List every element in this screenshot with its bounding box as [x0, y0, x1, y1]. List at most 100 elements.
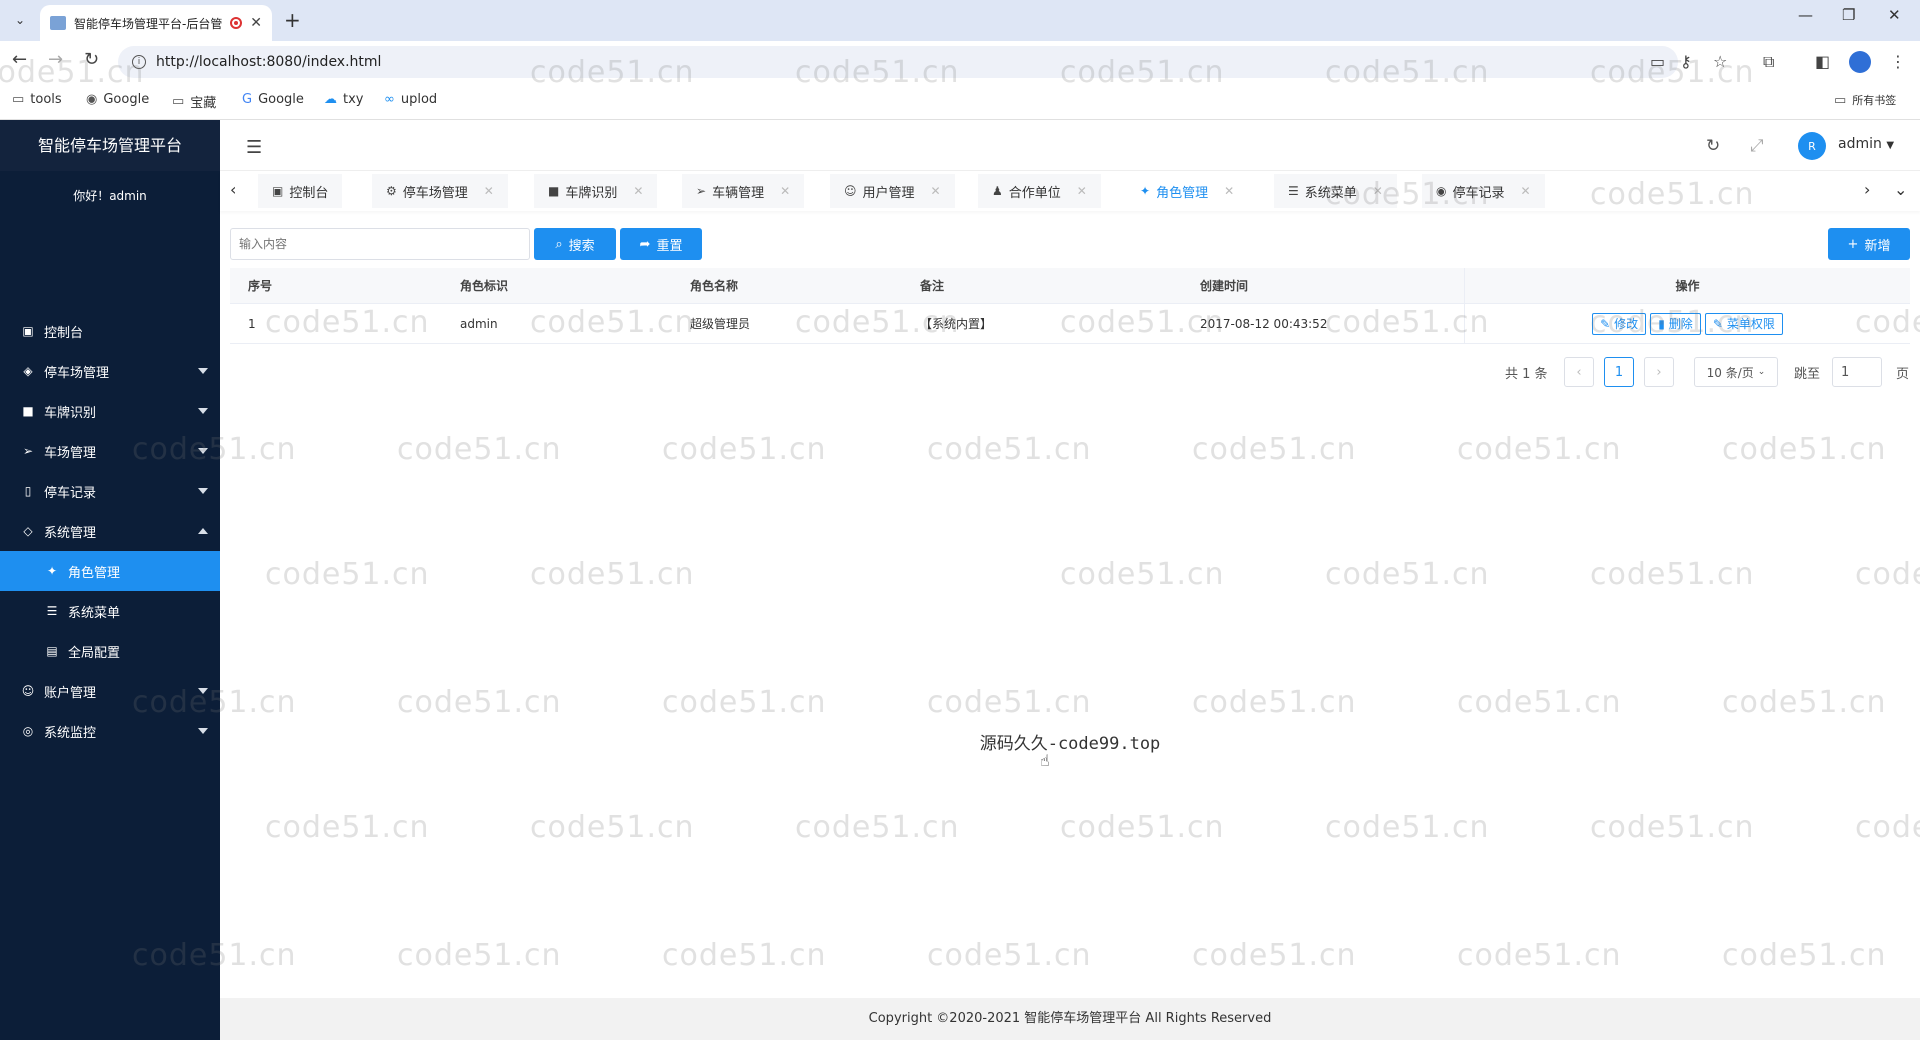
- center-text: 源码久久-code99.top: [979, 734, 1161, 754]
- page-1[interactable]: 1: [1604, 357, 1634, 387]
- new-tab-icon[interactable]: +: [284, 8, 301, 32]
- sidebar-item-system[interactable]: ◇ 系统管理: [0, 511, 220, 551]
- add-button[interactable]: + 新增: [1828, 228, 1910, 260]
- sidebar-item-label: 系统菜单: [68, 605, 121, 621]
- tab-partners[interactable]: ♟ 合作单位 ✕: [978, 174, 1101, 208]
- close-icon[interactable]: ✕: [1373, 184, 1383, 198]
- fullscreen-icon[interactable]: ⤢: [1750, 136, 1764, 156]
- bookmark-txy[interactable]: ☁ txy: [324, 92, 363, 107]
- col-actions: 操作: [1675, 279, 1700, 293]
- next-page-icon[interactable]: ›: [1644, 357, 1674, 387]
- bookmark-google-2[interactable]: G Google: [242, 92, 304, 107]
- tab-search-icon[interactable]: ⌄: [8, 8, 32, 32]
- main-area: ☰ ↻ ⤢ R admin ▼ ‹ ▣ 控制台 ⚙ 停车场管理 ✕ ■ 车牌识别 ✕ ➢ 车…: [220, 120, 1920, 1040]
- gear-icon: ⚙: [386, 184, 397, 198]
- tab-role-management[interactable]: ✦ 角色管理 ✕: [1126, 174, 1249, 208]
- forward-icon[interactable]: →: [48, 49, 63, 70]
- close-icon[interactable]: ✕: [484, 184, 494, 198]
- chevron-down-icon: ⌄: [1757, 367, 1766, 377]
- delete-button[interactable]: ▮ 删除: [1650, 312, 1701, 335]
- cell-actions: ✎ 修改 ▮ 删除 ✎ 菜单权限: [1465, 312, 1910, 335]
- caret-down-icon: [198, 688, 208, 694]
- close-icon[interactable]: ✕: [931, 184, 941, 198]
- bookmark-google[interactable]: ◉ Google: [86, 92, 149, 107]
- tab-users[interactable]: ☺ 用户管理 ✕: [830, 174, 955, 208]
- sidebar-item-label: 停车记录: [44, 485, 97, 501]
- url-text[interactable]: http://localhost:8080/index.html: [156, 54, 381, 70]
- pagination: 共 1 条 ‹ 1 › 10 条/页 ⌄ 跳至 1 页: [220, 357, 1920, 387]
- edit-button[interactable]: ✎ 修改: [1592, 312, 1647, 335]
- star-icon[interactable]: ☆: [1713, 52, 1727, 71]
- bookmarks-bar: ▭ tools ◉ Google ▭ 宝藏 G Google ☁ txy ∞ uplod ▭…: [0, 82, 1920, 120]
- menu-permission-button[interactable]: ✎ 菜单权限: [1704, 312, 1783, 335]
- tab-label: 停车记录: [1452, 185, 1505, 201]
- caret-down-icon: [198, 448, 208, 454]
- table-header: 序号 角色标识 角色名称 备注 创建时间 操作: [230, 268, 1910, 304]
- sidebar-item-monitoring[interactable]: ◎ 系统监控: [0, 711, 220, 751]
- bookmark-treasure[interactable]: ▭ 宝藏: [172, 92, 216, 111]
- site-info-icon[interactable]: i: [132, 55, 146, 69]
- bookmark-tools[interactable]: ▭ tools: [12, 92, 62, 107]
- restore-icon[interactable]: ❐: [1842, 6, 1855, 24]
- reload-icon[interactable]: ↻: [84, 49, 99, 70]
- close-icon[interactable]: ✕: [633, 184, 643, 198]
- close-icon[interactable]: ✕: [1224, 184, 1234, 198]
- extensions-icon[interactable]: ⧉: [1763, 52, 1774, 72]
- tab-parking-records[interactable]: ◉ 停车记录 ✕: [1422, 174, 1545, 208]
- minimize-icon[interactable]: —: [1798, 6, 1813, 24]
- back-icon[interactable]: ←: [12, 49, 27, 70]
- reset-button[interactable]: ➦ 重置: [620, 228, 702, 260]
- key-icon[interactable]: ⚷: [1680, 52, 1692, 71]
- tab-plate-recognition[interactable]: ■ 车牌识别 ✕: [534, 174, 658, 208]
- sidebar-item-label: 角色管理: [68, 565, 121, 581]
- sidebar-item-global-config[interactable]: ▤ 全局配置: [0, 631, 220, 671]
- close-icon[interactable]: ✕: [1077, 184, 1087, 198]
- camera-icon[interactable]: ▭: [1650, 52, 1665, 71]
- sidebar-item-plate-recognition[interactable]: ■ 车牌识别: [0, 391, 220, 431]
- all-bookmarks-label: 所有书签: [1852, 94, 1897, 107]
- tab-vehicles[interactable]: ➢ 车辆管理 ✕: [682, 174, 805, 208]
- all-bookmarks[interactable]: ▭ 所有书签: [1834, 92, 1896, 108]
- tabs-scroll-right-icon[interactable]: ›: [1864, 180, 1870, 199]
- sidebar-item-role-management[interactable]: ✦ 角色管理: [0, 551, 220, 591]
- sidebar-item-dashboard[interactable]: ▣ 控制台: [0, 311, 220, 351]
- bookmark-uplod[interactable]: ∞ uplod: [384, 92, 437, 107]
- search-button[interactable]: ⌕ 搜索: [534, 228, 616, 260]
- tabs-scroll-left-icon[interactable]: ‹: [230, 180, 236, 199]
- menu-toggle-icon[interactable]: ☰: [246, 137, 262, 158]
- cell-created: 2017-08-12 00:43:52: [1200, 304, 1465, 343]
- sidebar-item-lot-management[interactable]: ➢ 车场管理: [0, 431, 220, 471]
- caret-down-icon: [198, 368, 208, 374]
- refresh-icon[interactable]: ↻: [1706, 136, 1720, 156]
- close-icon[interactable]: ✕: [1521, 184, 1531, 198]
- goto-input[interactable]: 1: [1832, 357, 1882, 387]
- sidebar-item-parking-records[interactable]: ▯ 停车记录: [0, 471, 220, 511]
- config-icon: ▤: [46, 644, 58, 658]
- page-size-select[interactable]: 10 条/页 ⌄: [1694, 357, 1778, 387]
- browser-tab[interactable]: 智能停车场管理平台-后台管 ✕: [40, 5, 272, 41]
- prev-page-icon[interactable]: ‹: [1564, 357, 1594, 387]
- sidebar-item-parking-lot[interactable]: ◈ 停车场管理: [0, 351, 220, 391]
- window-close-icon[interactable]: ✕: [1888, 6, 1901, 24]
- sidebar-item-label: 停车场管理: [44, 365, 110, 381]
- user-menu[interactable]: admin ▼: [1838, 136, 1894, 152]
- caret-down-icon: ▼: [1886, 140, 1895, 151]
- search-input[interactable]: [230, 228, 530, 260]
- globe-icon: ◉: [86, 92, 98, 107]
- more-icon[interactable]: ⋮: [1890, 52, 1906, 71]
- address-bar[interactable]: i http://localhost:8080/index.html: [118, 46, 1678, 78]
- tabs-dropdown-icon[interactable]: ⌄: [1894, 180, 1907, 199]
- tab-dashboard[interactable]: ▣ 控制台: [258, 174, 343, 208]
- profile-avatar[interactable]: [1849, 51, 1871, 73]
- role-table: 序号 角色标识 角色名称 备注 创建时间 操作 1 admin 超级管理员 【系…: [230, 268, 1910, 344]
- close-icon[interactable]: ✕: [780, 184, 790, 198]
- search-button-label: 搜索: [568, 238, 595, 254]
- delete-label: 删除: [1668, 317, 1693, 331]
- sidepanel-icon[interactable]: ◧: [1815, 52, 1830, 71]
- avatar[interactable]: R: [1798, 132, 1826, 160]
- close-tab-icon[interactable]: ✕: [250, 15, 262, 31]
- tab-parking-lot[interactable]: ⚙ 停车场管理 ✕: [372, 174, 508, 208]
- sidebar-item-system-menu[interactable]: ☰ 系统菜单: [0, 591, 220, 631]
- sidebar-item-accounts[interactable]: ☺ 账户管理: [0, 671, 220, 711]
- tab-system-menu[interactable]: ☰ 系统菜单 ✕: [1274, 174, 1397, 208]
